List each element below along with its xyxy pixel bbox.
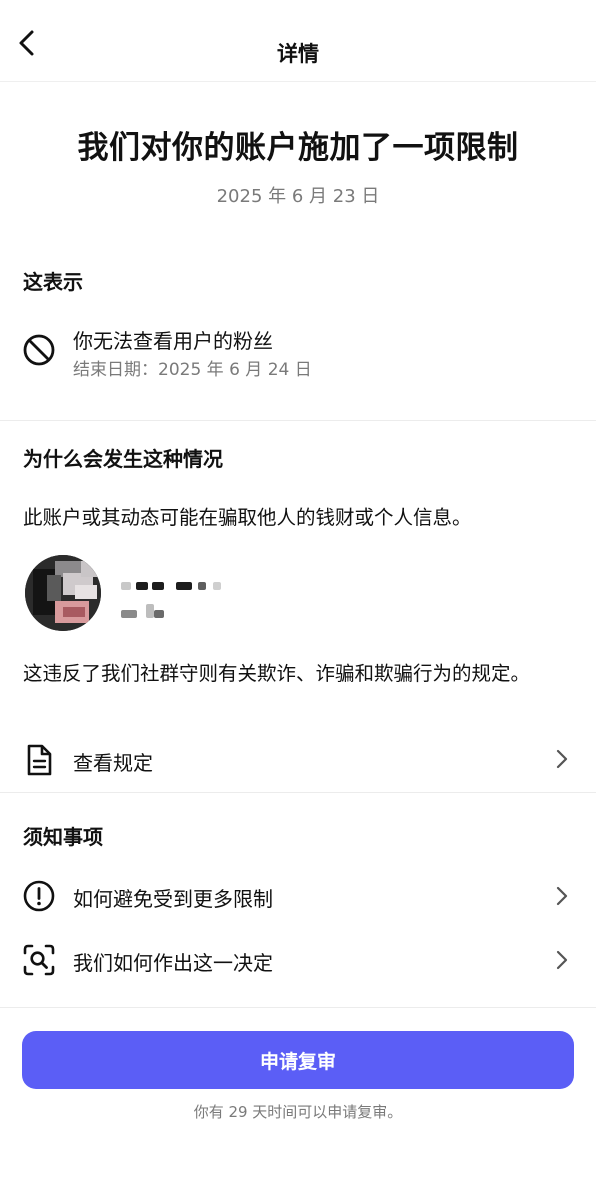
document-icon — [22, 743, 56, 777]
divider — [0, 420, 596, 421]
restriction-item-label: 你无法查看用户的粉丝 — [73, 329, 273, 353]
restriction-end-date: 结束日期：2025 年 6 月 24 日 — [73, 360, 312, 380]
view-guidelines-label: 查看规定 — [73, 751, 153, 775]
restriction-headline: 我们对你的账户施加了一项限制 — [77, 130, 519, 166]
page-title: 详情 — [277, 42, 319, 66]
restriction-date: 2025 年 6 月 23 日 — [216, 186, 380, 207]
reason-text: 此账户或其动态可能在骗取他人的钱财或个人信息。 — [23, 506, 472, 529]
avoid-restrictions-row[interactable]: 如何避免受到更多限制 — [0, 870, 596, 922]
chevron-right-icon — [554, 747, 570, 771]
section-title-meaning: 这表示 — [23, 270, 83, 294]
avoid-restrictions-label: 如何避免受到更多限制 — [73, 887, 273, 911]
section-title-why: 为什么会发生这种情况 — [23, 447, 223, 471]
chevron-right-icon — [554, 884, 570, 908]
divider — [0, 792, 596, 793]
chevron-right-icon — [554, 948, 570, 972]
divider — [0, 1007, 596, 1008]
scan-search-icon — [22, 943, 56, 977]
view-guidelines-row[interactable]: 查看规定 — [0, 735, 596, 785]
request-review-button[interactable]: 申请复审 — [22, 1031, 574, 1089]
top-nav-bar: 详情 — [0, 0, 596, 82]
prohibited-icon — [22, 333, 56, 367]
section-title-notes: 须知事项 — [23, 825, 103, 849]
violation-text: 这违反了我们社群守则有关欺诈、诈骗和欺骗行为的规定。 — [23, 662, 531, 685]
avatar — [25, 555, 101, 631]
how-we-decided-row[interactable]: 我们如何作出这一决定 — [0, 934, 596, 986]
how-we-decided-label: 我们如何作出这一决定 — [73, 951, 273, 975]
exclamation-circle-icon — [22, 879, 56, 913]
review-deadline-note: 你有 29 天时间可以申请复审。 — [193, 1103, 403, 1121]
